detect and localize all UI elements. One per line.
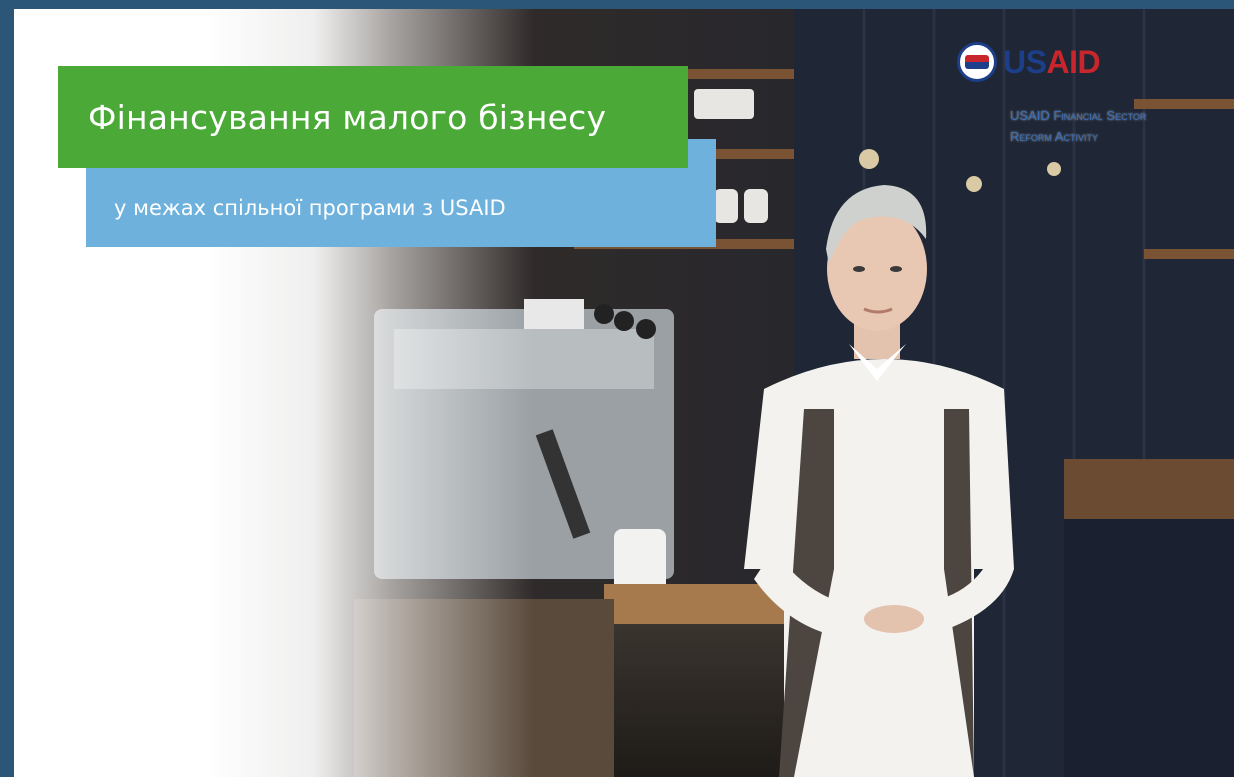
logo-us-text: US (1003, 43, 1047, 80)
activity-line-2: Reform Activity (1010, 129, 1098, 144)
activity-caption: USAID Financial Sector Reform Activity (1010, 105, 1146, 147)
usaid-wordmark: USAID (1003, 43, 1101, 81)
activity-line-1: USAID Financial Sector (1010, 108, 1147, 123)
banner-subtitle: у межах спільної програми з USAID (114, 196, 506, 220)
usaid-seal-icon (957, 42, 997, 82)
promo-banner: у межах спільної програми з USAID Фінанс… (14, 9, 1234, 777)
title-panel: Фінансування малого бізнесу (58, 66, 688, 168)
logo-aid-text: AID (1046, 43, 1101, 80)
usaid-logo: USAID (957, 42, 1101, 82)
banner-title: Фінансування малого бізнесу (88, 97, 607, 137)
